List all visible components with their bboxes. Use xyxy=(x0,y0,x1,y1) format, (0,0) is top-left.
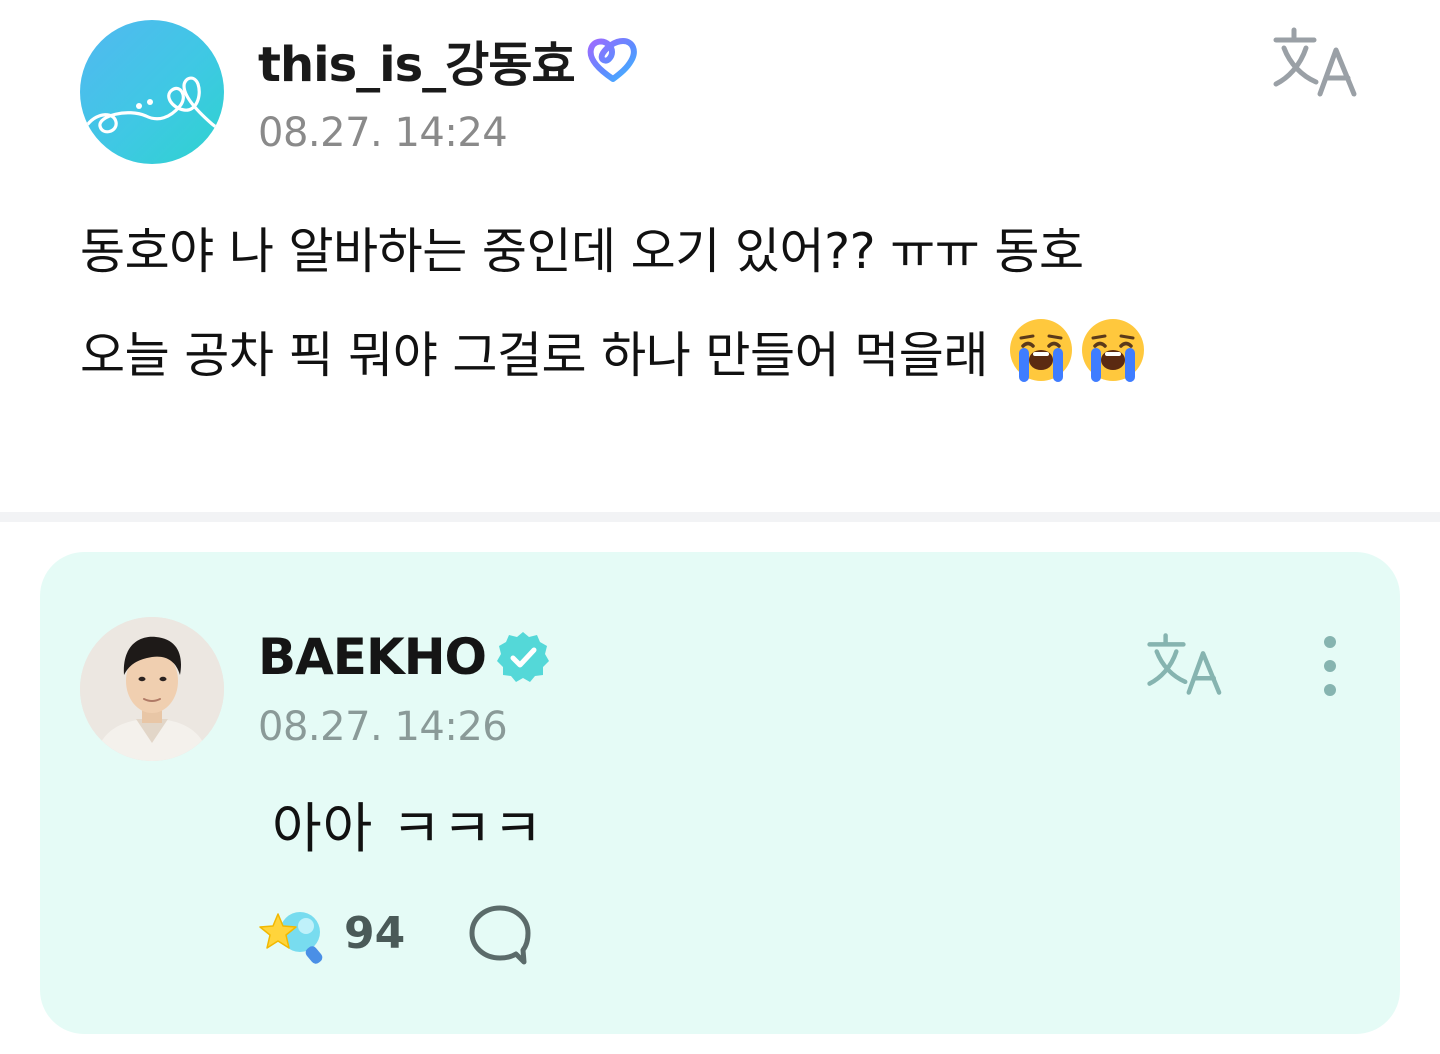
more-options-button[interactable] xyxy=(1310,632,1350,700)
reply-timestamp: 08.27. 14:26 xyxy=(258,704,508,750)
fan-post-line-2: 오늘 공차 픽 뭐야 그걸로 하나 만들어 먹을래 xyxy=(80,304,1380,408)
like-count: 94 xyxy=(344,908,406,959)
fan-name-row: this_is_강동효 xyxy=(258,25,641,95)
comment-bubble-icon xyxy=(469,905,531,965)
artist-portrait-icon xyxy=(80,617,224,761)
star-lightstick-icon xyxy=(259,912,323,964)
fan-post-timestamp: 08.27. 14:24 xyxy=(258,110,508,156)
reply-text: 아아 ㅋㅋㅋ xyxy=(272,797,544,860)
artist-username[interactable]: BAEKHO xyxy=(258,628,487,686)
loudly-crying-face-icon xyxy=(1010,319,1073,382)
like-button[interactable] xyxy=(258,906,328,966)
fan-post-line-2-text: 오늘 공차 픽 뭐야 그걸로 하나 만들어 먹을래 xyxy=(80,327,988,384)
more-vertical-icon xyxy=(1324,636,1336,696)
artist-avatar[interactable] xyxy=(80,617,224,761)
translate-button[interactable] xyxy=(1272,24,1364,100)
fan-post: this_is_강동효 08.27. 14:24 동호야 나 알바하는 중인데 … xyxy=(0,0,1440,512)
translate-icon xyxy=(1273,27,1357,97)
comment-button[interactable] xyxy=(466,902,534,970)
fan-avatar[interactable] xyxy=(80,20,224,164)
fan-post-line-1: 동호야 나 알바하는 중인데 오기 있어?? ㅠㅠ 동호 xyxy=(80,223,1084,280)
section-divider xyxy=(0,512,1440,522)
translate-icon xyxy=(1147,633,1222,695)
reply-translate-button[interactable] xyxy=(1146,630,1228,698)
verified-badge-icon xyxy=(497,632,550,682)
artist-name-row: BAEKHO xyxy=(258,624,550,690)
fan-username[interactable]: this_is_강동효 xyxy=(258,25,576,95)
squiggle-heart-icon xyxy=(86,76,224,134)
artist-reply-card: BAEKHO 08.27. 14:26 아아 ㅋㅋㅋ 94 xyxy=(40,552,1400,1034)
membership-heart-icon xyxy=(587,38,637,82)
fan-post-body: 동호야 나 알바하는 중인데 오기 있어?? ㅠㅠ 동호 오늘 공차 픽 뭐야 … xyxy=(80,200,1380,408)
loudly-crying-face-icon xyxy=(1082,319,1145,382)
